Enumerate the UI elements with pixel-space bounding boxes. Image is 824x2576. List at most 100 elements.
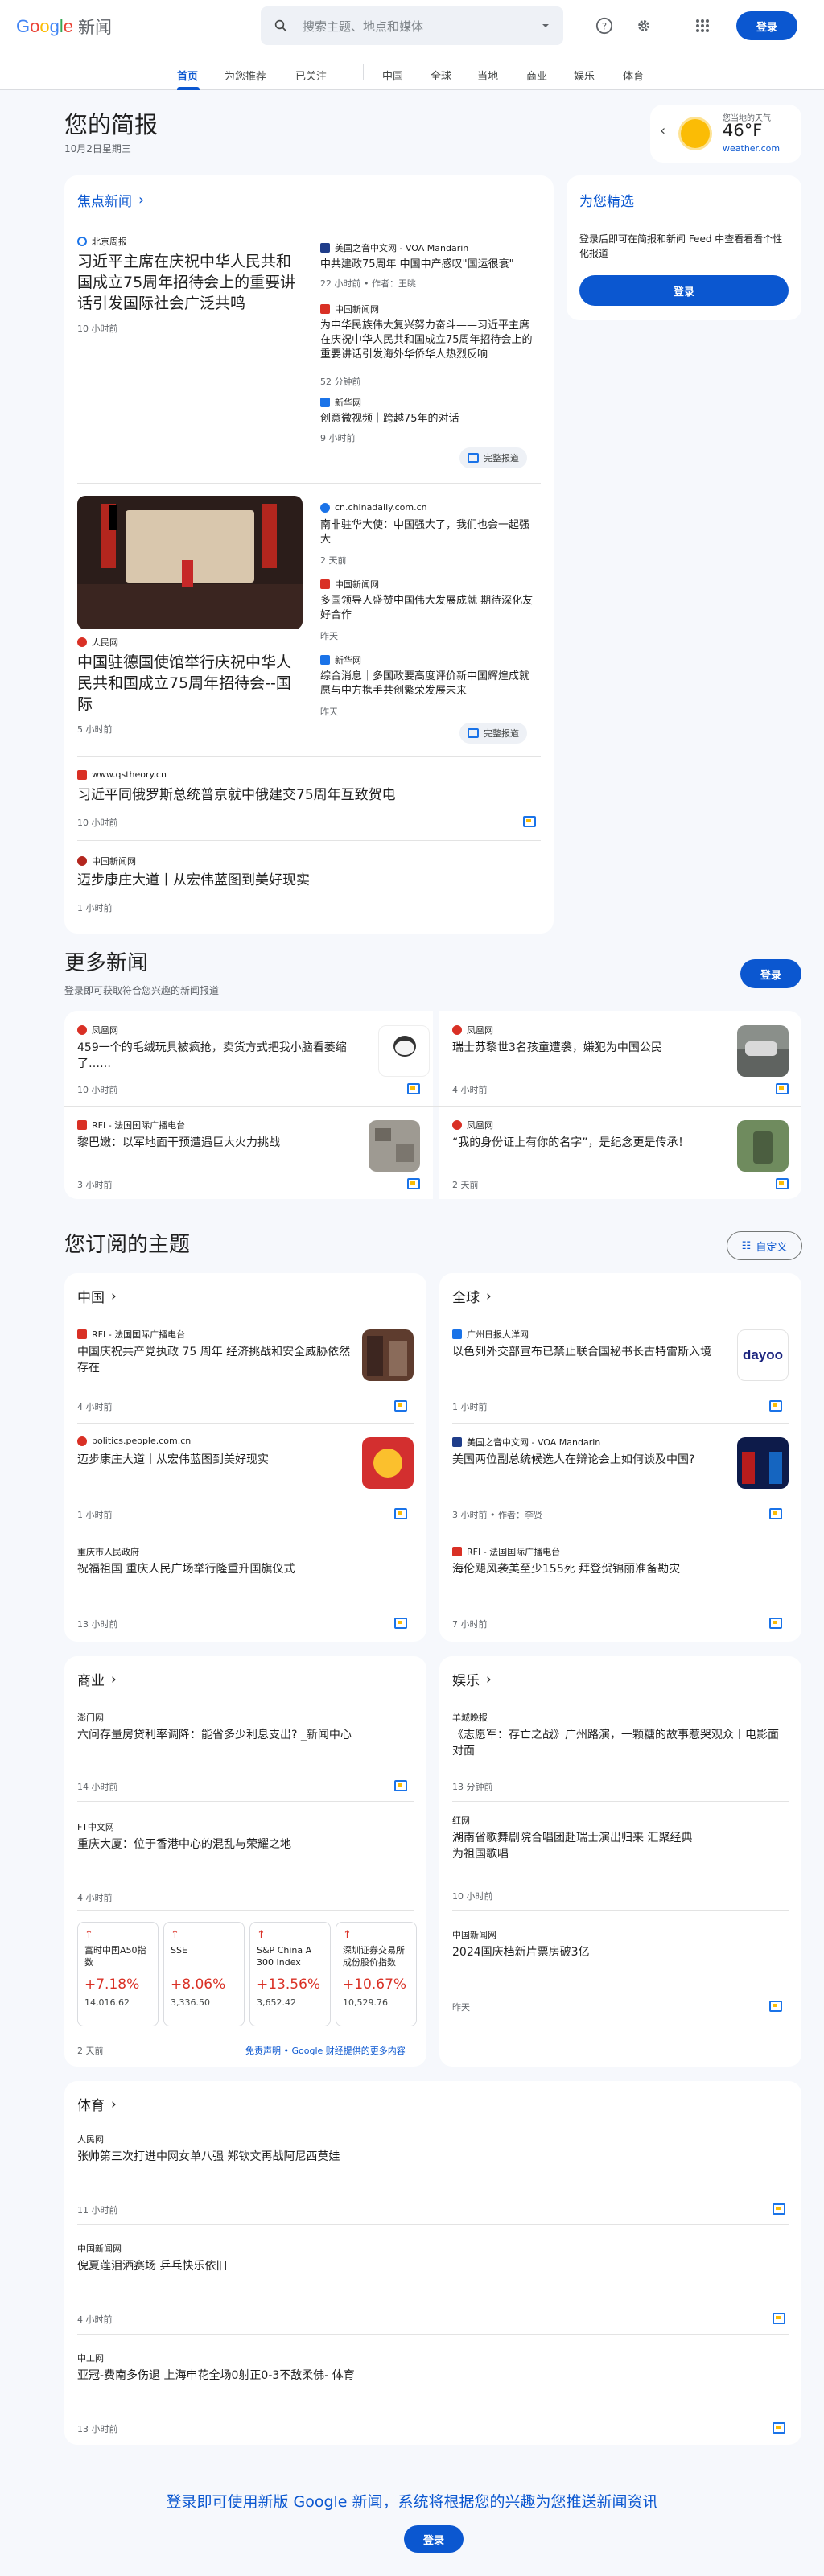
story-image[interactable] [362, 1437, 414, 1489]
header-signin-button[interactable]: 登录 [736, 11, 797, 40]
topic-heading-china[interactable]: 中国 › [77, 1286, 117, 1307]
tab-following[interactable]: 已关注 [295, 68, 327, 83]
story-headline[interactable]: “我的身份证上有你的名字”，是纪念更是传承！ [452, 1135, 726, 1151]
full-coverage-icon[interactable] [769, 2001, 782, 2012]
story-headline[interactable]: 多国领导人盛赞中国伟大发展成就 期待深化友好合作 [320, 594, 539, 623]
search-icon[interactable] [274, 19, 288, 33]
full-coverage-icon[interactable] [394, 1400, 407, 1412]
source-name: 新华网 [335, 655, 361, 666]
footer-cta-text: 登录即可使用新版 Google 新闻，系统将根据您的兴趣为您推送新闻资讯 [166, 2493, 658, 2511]
search-box[interactable]: 搜索主题、地点和媒体 [261, 6, 563, 45]
full-coverage-icon[interactable] [394, 1780, 407, 1791]
chevron-down-icon[interactable] [541, 21, 550, 31]
story-headline[interactable]: 2024国庆档新片票房破3亿 [452, 1944, 782, 1960]
finance-disclaimer-link[interactable]: 免责声明 • Google 财经提供的更多内容 [245, 2044, 406, 2057]
full-coverage-icon[interactable] [772, 2313, 785, 2324]
story-headline[interactable]: 为中华民族伟大复兴努力奋斗——习近平主席在庆祝中华人民共和国成立75周年招待会上… [320, 319, 539, 362]
tab-business[interactable]: 商业 [526, 68, 547, 83]
story-headline[interactable]: 中国驻德国使馆举行庆祝中华人民共和国成立75周年招待会--国际 [77, 652, 303, 715]
story-headline[interactable]: 习近平同俄罗斯总统普京就中俄建交75周年互致贺电 [77, 785, 528, 805]
chevron-left-icon[interactable]: ‹ [660, 122, 665, 139]
story-time: 13 小时前 [77, 1619, 118, 1630]
top-stories-heading[interactable]: 焦点新闻 › [77, 190, 144, 210]
topic-heading-sports[interactable]: 体育 › [77, 2094, 117, 2115]
story-source: 羊城晚报 [452, 1711, 488, 1724]
topic-heading-entertainment[interactable]: 娱乐 › [452, 1669, 492, 1690]
source-name: 人民网 [92, 637, 118, 648]
full-coverage-icon[interactable] [769, 1508, 782, 1519]
topic-heading-text: 娱乐 [452, 1673, 480, 1689]
full-coverage-icon[interactable] [407, 1178, 420, 1189]
story-headline[interactable]: 海伦飓风袭美至少155死 拜登贺锦丽准备勘灾 [452, 1561, 774, 1577]
footer-signin-button[interactable]: 登录 [404, 2525, 464, 2553]
customize-button[interactable]: ☷ 自定义 [727, 1231, 802, 1260]
tab-entertainment[interactable]: 娱乐 [574, 68, 595, 83]
story-headline[interactable]: 综合消息｜多国政要高度评价新中国辉煌成就 愿与中方携手共创繁荣发展未来 [320, 670, 539, 699]
full-coverage-icon[interactable] [776, 1083, 789, 1094]
story-headline[interactable]: 六问存量房贷利率调降：能省多少利息支出? _新闻中心 [77, 1727, 407, 1743]
weather-source-link[interactable]: weather.com [723, 143, 780, 154]
apps-grid-icon[interactable] [686, 10, 719, 42]
stock-tile[interactable]: ↑ SSE +8.06% 3,336.50 [163, 1922, 245, 2026]
full-coverage-icon[interactable] [776, 1178, 789, 1189]
story-headline[interactable]: 瑞士苏黎世3名孩童遭袭，嫌犯为中国公民 [452, 1040, 726, 1056]
story-headline[interactable]: 迈步康庄大道丨从宏伟蓝图到美好现实 [77, 871, 528, 890]
story-image[interactable] [737, 1437, 789, 1489]
source-name: www.qstheory.cn [92, 769, 167, 780]
tab-local[interactable]: 当地 [477, 68, 498, 83]
story-image[interactable] [737, 1025, 789, 1077]
story-headline[interactable]: 张帅第三次打进中网女单八强 郑钦文再战阿尼西莫娃 [77, 2149, 769, 2165]
more-news-signin-button[interactable]: 登录 [740, 959, 801, 988]
story-image[interactable] [737, 1120, 789, 1172]
stock-tile[interactable]: ↑ 深圳证券交易所成份股价指数 +10.67% 10,529.76 [336, 1922, 417, 2026]
stock-tile[interactable]: ↑ S&P China A 300 Index (CNY) +13.56% 3,… [249, 1922, 331, 2026]
full-coverage-icon[interactable] [523, 816, 536, 827]
picks-signin-button[interactable]: 登录 [579, 275, 789, 306]
story-headline[interactable]: 以色列外交部宣布已禁止联合国秘书长古特雷斯入境 [452, 1344, 726, 1360]
weather-card[interactable]: ‹ 您当地的天气 46°F weather.com [650, 105, 801, 163]
full-coverage-icon[interactable] [772, 2422, 785, 2434]
tab-china[interactable]: 中国 [382, 68, 403, 83]
topic-heading-world[interactable]: 全球 › [452, 1286, 492, 1307]
full-coverage-button[interactable]: 完整报道 [459, 447, 527, 468]
help-icon[interactable]: ? [588, 10, 620, 42]
tab-sports[interactable]: 体育 [623, 68, 644, 83]
settings-gear-icon[interactable] [628, 10, 660, 42]
story-headline[interactable]: 南非驻华大使：中国强大了，我们也会一起强大 [320, 518, 539, 547]
story-headline[interactable]: 倪夏莲泪洒赛场 乒乓快乐依旧 [77, 2258, 769, 2274]
story-headline[interactable]: 459一个的毛绒玩具被疯抢，卖货方式把我小脑看萎缩了…… [77, 1040, 367, 1072]
story-headline[interactable]: 祝福祖国 重庆人民广场举行隆重升国旗仪式 [77, 1561, 399, 1577]
story-headline[interactable]: 迈步康庄大道丨从宏伟蓝图到美好现实 [77, 1452, 351, 1468]
story-headline[interactable]: 湖南省歌舞剧院合唱团赴瑞士演出归来 汇聚经典为祖国歌唱 [452, 1830, 694, 1862]
story-headline[interactable]: 重庆大厦：位于香港中心的混乱与荣耀之地 [77, 1836, 407, 1853]
story-image[interactable] [362, 1329, 414, 1381]
tab-world[interactable]: 全球 [431, 68, 451, 83]
row-divider [64, 1106, 801, 1107]
full-coverage-icon[interactable] [394, 1508, 407, 1519]
story-headline[interactable]: 习近平主席在庆祝中华人民共和国成立75周年招待会上的重要讲话引发国际社会广泛共鸣 [77, 251, 301, 314]
story-image[interactable] [77, 496, 303, 629]
story-headline[interactable]: 中共建政75周年 中国中产感叹"国运很衰" [320, 258, 539, 272]
full-coverage-icon[interactable] [769, 1618, 782, 1629]
stock-tile[interactable]: ↑ 富时中国A50指数 +7.18% 14,016.62 [77, 1922, 159, 2026]
tab-for-you[interactable]: 为您推荐 [225, 68, 266, 83]
full-coverage-icon[interactable] [407, 1083, 420, 1094]
full-coverage-icon[interactable] [394, 1618, 407, 1629]
source-logo-icon [320, 579, 330, 589]
full-coverage-icon[interactable] [772, 2203, 785, 2215]
story-headline[interactable]: 美国两位副总统候选人在辩论会上如何谈及中国? [452, 1452, 726, 1468]
topic-heading-business[interactable]: 商业 › [77, 1669, 117, 1690]
story-image[interactable] [378, 1025, 430, 1077]
story-headline[interactable]: 黎巴嫩：以军地面干预遭遇巨大火力挑战 [77, 1135, 367, 1151]
story-headline[interactable]: 中国庆祝共产党执政 75 周年 经济挑战和安全威胁依然存在 [77, 1344, 351, 1376]
story-time: 9 小时前 [320, 433, 356, 443]
story-headline[interactable]: 《志愿军：存亡之战》广州路演，一颗糖的故事惹哭观众丨电影面对面 [452, 1727, 782, 1759]
story-headline[interactable]: 创意微视频｜跨越75年的对话 [320, 412, 539, 427]
story-image[interactable] [369, 1120, 420, 1172]
google-news-logo[interactable]: Google 新闻 [16, 14, 112, 39]
full-coverage-button[interactable]: 完整报道 [459, 723, 527, 744]
full-coverage-icon[interactable] [769, 1400, 782, 1412]
tab-home[interactable]: 首页 [177, 68, 198, 83]
story-image[interactable]: dayoo [737, 1329, 789, 1381]
story-headline[interactable]: 亚冠-费南多伤退 上海申花全场0射正0-3不敌柔佛- 体育 [77, 2368, 769, 2384]
